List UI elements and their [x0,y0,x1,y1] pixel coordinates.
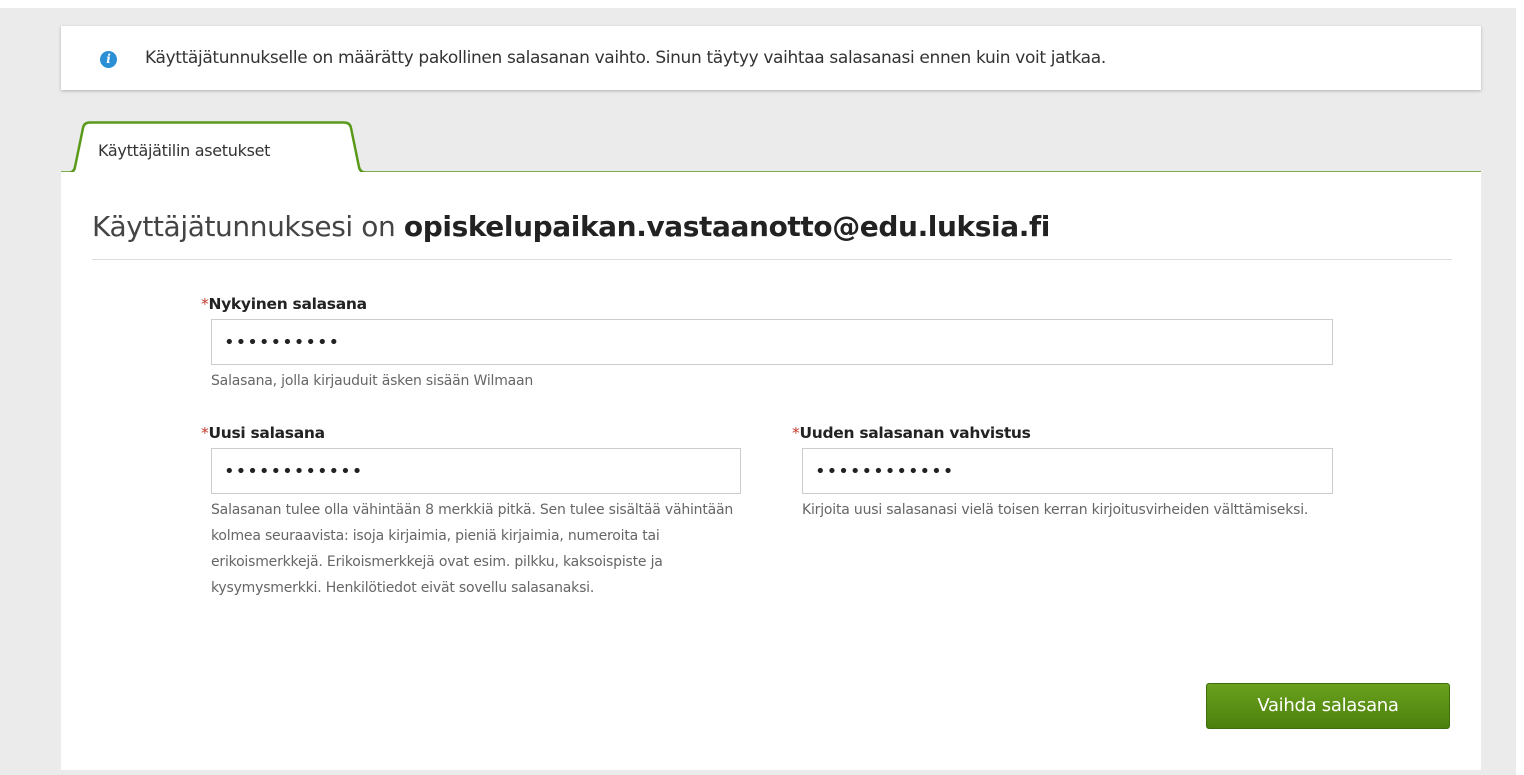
page-title-username: opiskelupaikan.vastaanotto@edu.luksia.fi [403,210,1050,243]
confirm-password-label-text: Uuden salasanan vahvistus [799,424,1031,442]
title-divider [92,259,1452,260]
new-password-label-text: Uusi salasana [208,424,325,442]
tab-bar: Käyttäjätilin asetukset [61,120,1481,175]
info-icon: i [100,51,117,68]
top-strip [0,0,1524,8]
tab-label: Käyttäjätilin asetukset [98,141,271,160]
confirm-password-input[interactable] [802,448,1333,494]
confirm-password-label: *Uuden salasanan vahvistus [792,424,1031,442]
change-password-button[interactable]: Vaihda salasana [1206,683,1450,729]
info-banner-text: Käyttäjätunnukselle on määrätty pakollin… [145,48,1106,68]
page-title: Käyttäjätunnuksesi on opiskelupaikan.vas… [92,210,1050,243]
current-password-label-text: Nykyinen salasana [208,295,367,313]
info-banner: i Käyttäjätunnukselle on määrätty pakoll… [61,26,1481,90]
tab-outline [61,121,1481,175]
new-password-label: *Uusi salasana [201,424,325,442]
current-password-help: Salasana, jolla kirjauduit äsken sisään … [211,373,534,389]
confirm-password-help: Kirjoita uusi salasanasi vielä toisen ke… [802,502,1309,518]
current-password-input[interactable] [211,319,1333,365]
right-strip [1516,0,1524,775]
new-password-input[interactable] [211,448,741,494]
account-settings-panel: Käyttäjätunnuksesi on opiskelupaikan.vas… [61,172,1481,770]
page-title-prefix: Käyttäjätunnuksesi on [92,210,404,243]
new-password-help: Salasanan tulee olla vähintään 8 merkkiä… [211,502,734,596]
current-password-label: *Nykyinen salasana [201,295,367,313]
